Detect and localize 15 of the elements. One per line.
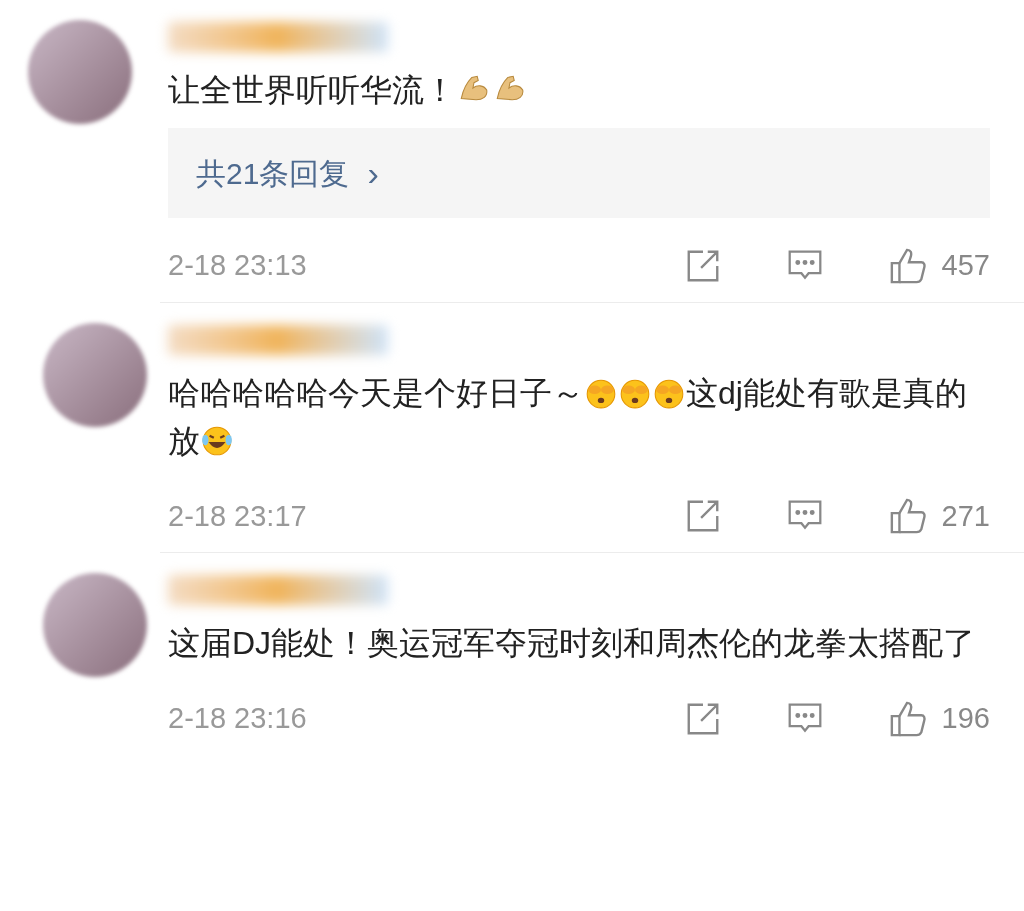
replies-count: 共21条回复 [196, 155, 350, 192]
avatar[interactable] [28, 20, 132, 124]
view-replies-button[interactable]: 共21条回复 › [168, 128, 990, 218]
comment-time: 2-18 23:17 [168, 498, 308, 534]
like-count: 457 [941, 248, 990, 283]
chevron-icon: › [367, 147, 379, 199]
comment-time: 2-18 23:16 [168, 701, 308, 736]
comment-text: 让全世界听听华流！ [168, 66, 990, 114]
like-count: 271 [941, 498, 990, 534]
avatar[interactable] [43, 573, 147, 677]
like-count: 196 [941, 701, 990, 736]
comment-time: 2-18 23:13 [168, 248, 308, 283]
comment-text: 哈哈哈哈哈今天是个好日子～ 这dj能处有歌是真的放 [168, 373, 968, 461]
avatar[interactable] [43, 322, 147, 427]
comment-text: 这届DJ能处！奥运冠军夺冠时刻和周杰伦的龙拳太搭配了 [168, 624, 977, 663]
